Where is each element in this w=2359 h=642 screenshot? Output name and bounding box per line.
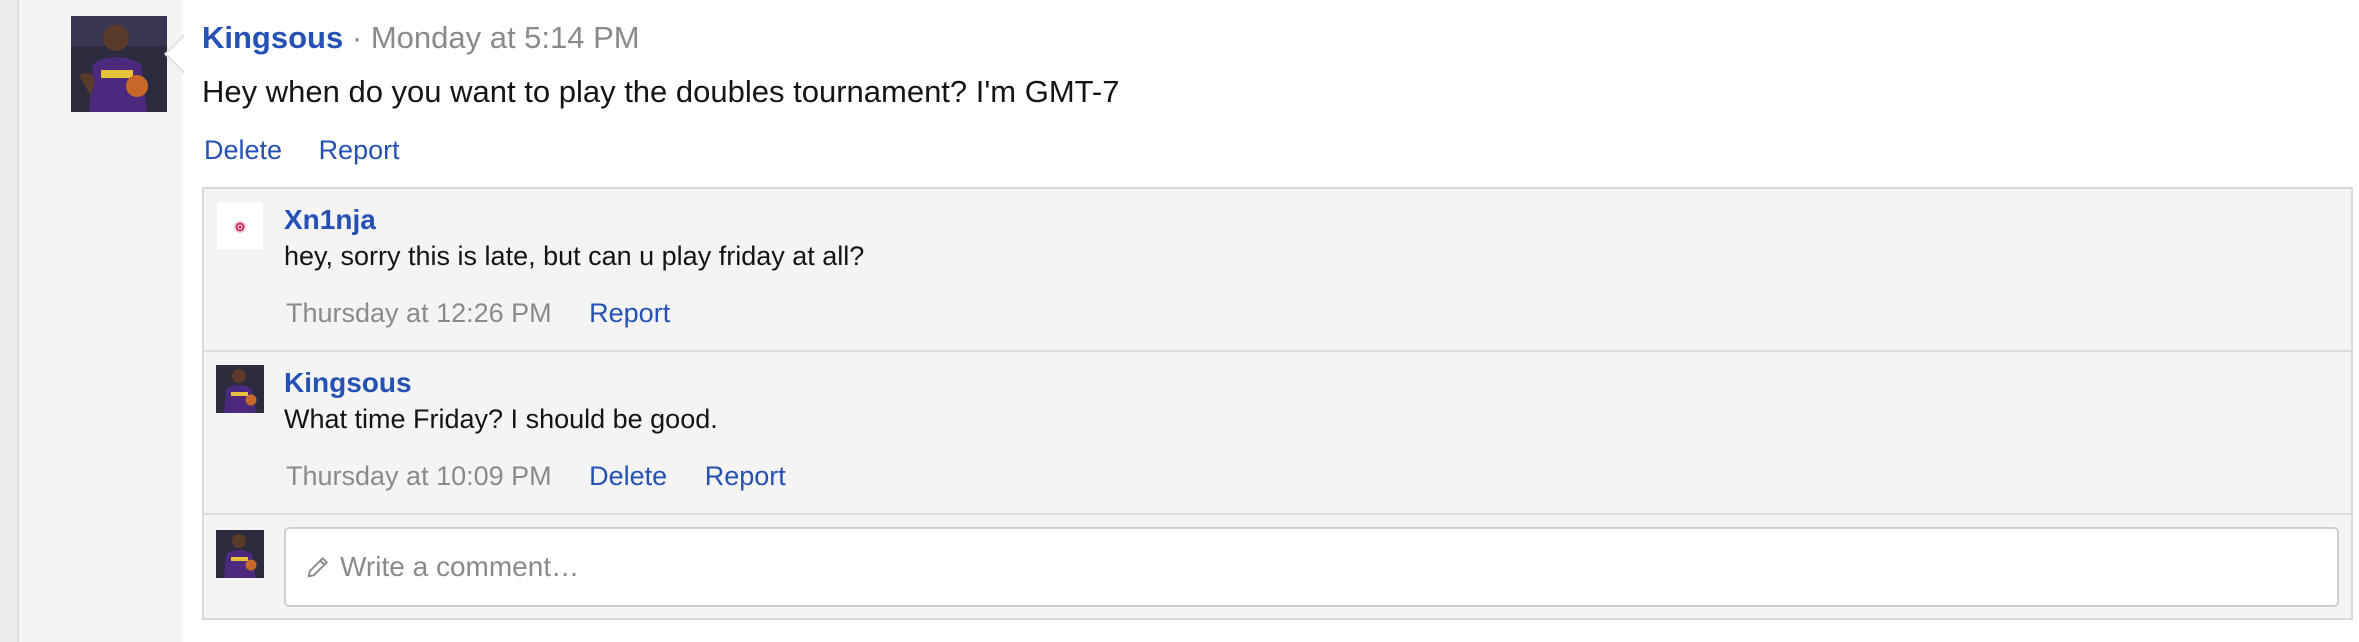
post-author-link[interactable]: Kingsous [202, 20, 343, 55]
left-rail [0, 0, 19, 642]
post-pointer-inner [167, 36, 185, 72]
avatar-column [19, 0, 182, 642]
comment-avatar[interactable] [216, 202, 264, 250]
comment-composer: Write a comment… [204, 515, 2351, 618]
comment-item: Xn1nja hey, sorry this is late, but can … [204, 189, 2351, 352]
post-delete-link[interactable]: Delete [204, 135, 282, 165]
header-separator: · [351, 20, 363, 55]
post-actions: Delete Report [204, 133, 429, 167]
comment-author-link[interactable]: Kingsous [284, 366, 412, 400]
comments-panel: Xn1nja hey, sorry this is late, but can … [202, 187, 2353, 620]
post-message: Hey when do you want to play the doubles… [202, 74, 1120, 109]
comment-timestamp[interactable]: Thursday at 12:26 PM [286, 298, 552, 328]
comment-report-link[interactable]: Report [705, 461, 786, 491]
comment-meta: Thursday at 10:09 PM Delete Report [286, 459, 816, 493]
post-timestamp[interactable]: Monday at 5:14 PM [371, 20, 640, 55]
comment-avatar[interactable] [216, 365, 264, 413]
post-report-link[interactable]: Report [319, 135, 400, 165]
comment-timestamp[interactable]: Thursday at 10:09 PM [286, 461, 552, 491]
comment-meta: Thursday at 12:26 PM Report [286, 296, 700, 330]
comment-text: hey, sorry this is late, but can u play … [284, 241, 865, 271]
comment-delete-link[interactable]: Delete [589, 461, 667, 491]
post-author-avatar[interactable] [71, 16, 167, 112]
comment-author-link[interactable]: Xn1nja [284, 203, 376, 237]
post-header: Kingsous · Monday at 5:14 PM [202, 19, 640, 57]
comment-text: What time Friday? I should be good. [284, 404, 718, 434]
composer-avatar [216, 530, 264, 578]
comment-report-link[interactable]: Report [589, 298, 670, 328]
comment-item: Kingsous What time Friday? I should be g… [204, 352, 2351, 515]
comment-input[interactable]: Write a comment… [284, 527, 2339, 607]
pencil-icon [307, 557, 328, 578]
comment-input-placeholder: Write a comment… [340, 551, 580, 582]
